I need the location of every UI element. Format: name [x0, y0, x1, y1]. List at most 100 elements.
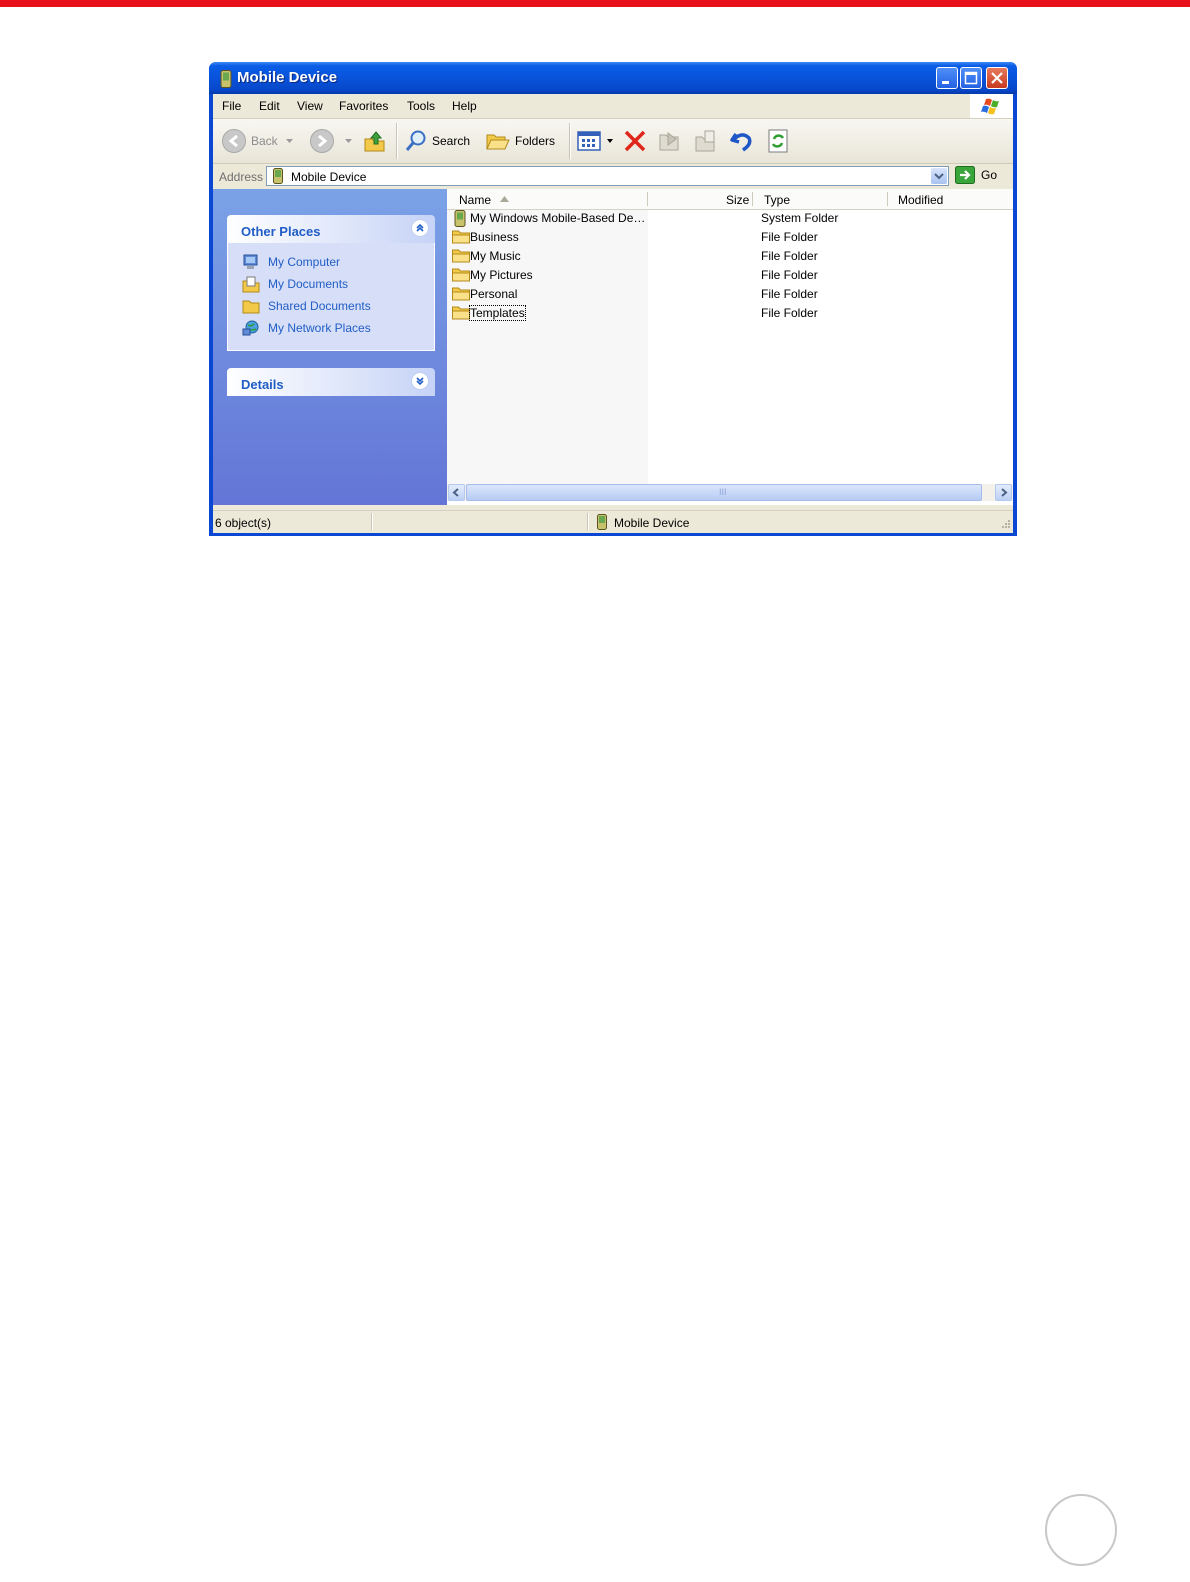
- scroll-grip: III: [719, 487, 727, 497]
- column-type[interactable]: Type: [764, 193, 790, 207]
- place-my-network-places[interactable]: My Network Places: [242, 319, 371, 337]
- place-label: Shared Documents: [268, 299, 371, 313]
- file-row[interactable]: My Windows Mobile-Based De… System Folde…: [452, 209, 1012, 227]
- copy-to-icon: [695, 130, 715, 152]
- other-places-header[interactable]: Other Places: [227, 215, 435, 243]
- folder-icon: [452, 230, 470, 244]
- scroll-thumb[interactable]: III: [466, 484, 982, 501]
- move-to-button[interactable]: [657, 129, 687, 153]
- views-button[interactable]: [577, 129, 617, 153]
- views-icon: [577, 131, 601, 151]
- file-row[interactable]: Personal File Folder: [452, 285, 1012, 303]
- up-folder-icon: [364, 131, 385, 152]
- mobile-device-icon: [220, 70, 232, 88]
- window-title: Mobile Device: [237, 69, 338, 86]
- folders-button[interactable]: Folders: [485, 129, 555, 153]
- search-button[interactable]: Search: [404, 129, 470, 153]
- delete-x-icon: [624, 130, 646, 152]
- undo-icon: [730, 133, 752, 152]
- menu-bar: File Edit View Favorites Tools Help: [213, 94, 1013, 119]
- column-separator[interactable]: [887, 192, 888, 206]
- windows-logo: [970, 94, 1013, 118]
- network-places-icon: [242, 320, 259, 336]
- menu-favorites[interactable]: Favorites: [339, 99, 388, 113]
- address-input[interactable]: Mobile Device: [266, 166, 949, 186]
- file-name: Business: [470, 230, 519, 244]
- file-type: File Folder: [761, 268, 818, 282]
- title-bar[interactable]: Mobile Device: [209, 62, 1017, 94]
- status-location: Mobile Device: [614, 516, 690, 530]
- column-name[interactable]: Name: [459, 193, 491, 207]
- other-places-body: My Computer My Documents Shared Document…: [227, 243, 435, 351]
- resize-grip-icon[interactable]: [999, 519, 1011, 531]
- file-row[interactable]: Business File Folder: [452, 228, 1012, 246]
- file-row[interactable]: My Music File Folder: [452, 247, 1012, 265]
- file-name: My Windows Mobile-Based De…: [470, 211, 646, 225]
- file-name: Templates: [469, 305, 526, 321]
- menu-help[interactable]: Help: [452, 99, 477, 113]
- folder-icon: [452, 306, 470, 320]
- place-label: My Documents: [268, 277, 349, 291]
- go-button[interactable]: Go: [955, 166, 997, 184]
- page-number-circle: [1045, 1494, 1117, 1566]
- windows-flag-icon: [981, 98, 999, 115]
- shared-documents-icon: [242, 300, 260, 314]
- my-computer-icon: [243, 254, 258, 269]
- status-bar: 6 object(s) Mobile Device: [213, 510, 1013, 533]
- column-size[interactable]: Size: [726, 193, 749, 207]
- expand-button[interactable]: [411, 372, 429, 390]
- address-dropdown-button[interactable]: [931, 168, 947, 184]
- file-name: Personal: [470, 287, 518, 301]
- folder-icon: [452, 287, 470, 301]
- other-places-title: Other Places: [241, 224, 321, 239]
- menu-view[interactable]: View: [297, 99, 323, 113]
- undo-button[interactable]: [729, 129, 759, 153]
- up-folder-button[interactable]: [363, 129, 391, 153]
- maximize-button[interactable]: [960, 67, 982, 89]
- address-bar: Address Mobile Device Go: [213, 164, 1013, 188]
- close-button[interactable]: [986, 67, 1008, 89]
- menu-file[interactable]: File: [222, 99, 241, 113]
- horizontal-scrollbar[interactable]: III: [447, 484, 1013, 501]
- file-type: File Folder: [761, 306, 818, 320]
- minimize-button[interactable]: [936, 67, 958, 89]
- file-row[interactable]: My Pictures File Folder: [452, 266, 1012, 284]
- back-button[interactable]: Back: [221, 129, 297, 153]
- toolbar-separator: [396, 123, 398, 159]
- forward-button[interactable]: [309, 129, 356, 153]
- scroll-right-button[interactable]: [995, 484, 1012, 501]
- maximize-icon: [964, 71, 978, 85]
- menu-tools[interactable]: Tools: [407, 99, 435, 113]
- column-separator[interactable]: [647, 192, 648, 206]
- chevron-left-icon: [452, 488, 459, 497]
- place-shared-documents[interactable]: Shared Documents: [242, 297, 371, 315]
- copy-to-button[interactable]: [693, 129, 723, 153]
- toolbar-separator: [569, 123, 571, 159]
- refresh-button[interactable]: [767, 129, 795, 153]
- folders-icon: [486, 134, 510, 150]
- folder-icon: [452, 268, 470, 282]
- collapse-button[interactable]: [411, 219, 429, 237]
- details-header[interactable]: Details: [227, 368, 435, 396]
- place-my-documents[interactable]: My Documents: [242, 275, 348, 293]
- folder-icon: [452, 249, 470, 263]
- scroll-left-button[interactable]: [448, 484, 465, 501]
- search-icon: [405, 130, 426, 151]
- forward-arrow-icon: [310, 129, 334, 153]
- chevron-down-icon: [285, 139, 293, 143]
- place-label: My Network Places: [268, 321, 371, 335]
- address-label: Address: [219, 170, 264, 184]
- column-modified[interactable]: Modified: [898, 193, 943, 207]
- status-separator: [587, 513, 589, 531]
- chevron-double-down-icon: [416, 377, 424, 386]
- column-separator[interactable]: [752, 192, 753, 206]
- back-label: Back: [251, 134, 278, 148]
- file-row[interactable]: Templates File Folder: [452, 304, 1012, 322]
- window-client: File Edit View Favorites Tools Help Back…: [213, 94, 1013, 533]
- search-label: Search: [432, 134, 471, 148]
- delete-button[interactable]: [623, 129, 651, 153]
- place-my-computer[interactable]: My Computer: [242, 253, 340, 271]
- menu-edit[interactable]: Edit: [259, 99, 280, 113]
- minimize-icon: [942, 81, 949, 84]
- file-type: File Folder: [761, 249, 818, 263]
